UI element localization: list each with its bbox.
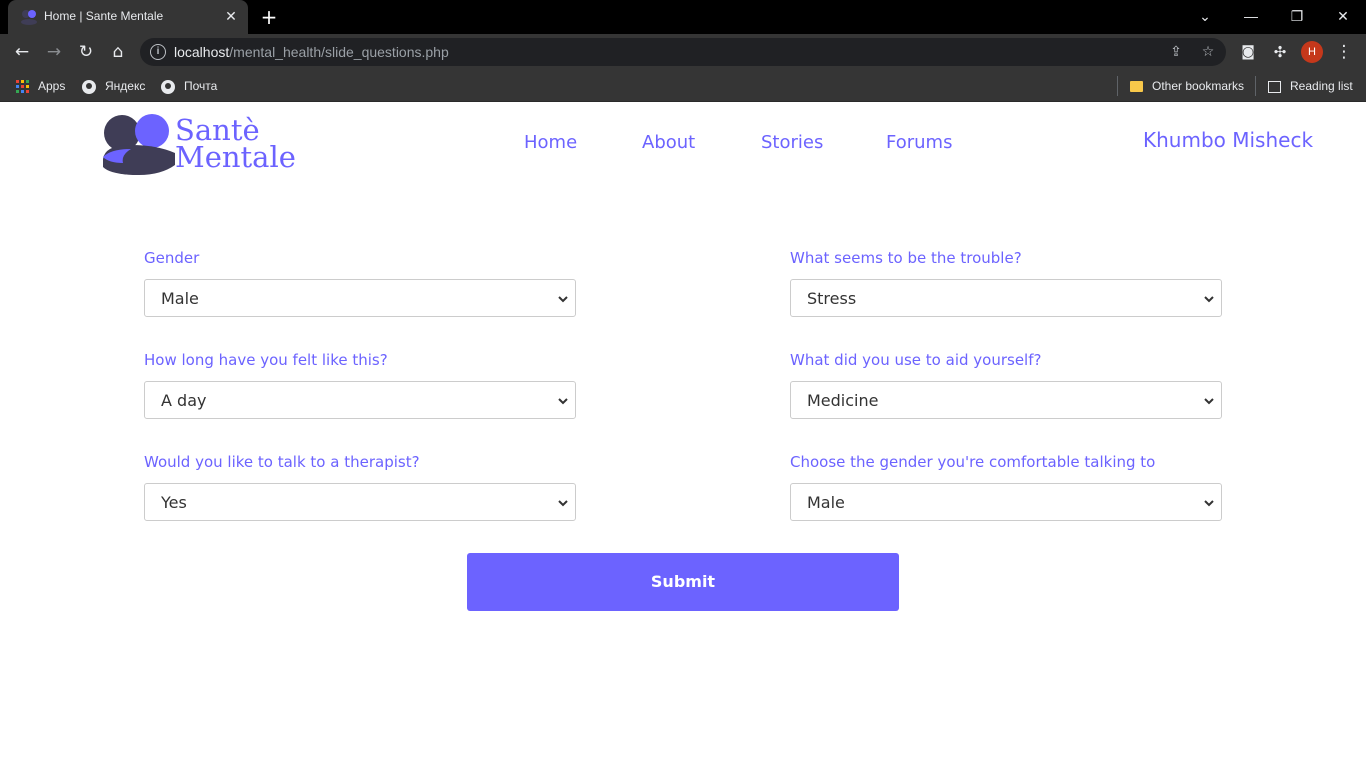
bookmark-reading-list[interactable]: Reading list	[1268, 77, 1353, 95]
address-bar[interactable]: i localhost/mental_health/slide_question…	[140, 38, 1226, 66]
logo-line-2: Mentale	[175, 140, 296, 174]
bookmark-other[interactable]: Other bookmarks	[1130, 77, 1244, 95]
user-name-link[interactable]: Khumbo Misheck	[1143, 128, 1313, 152]
duration-label: How long have you felt like this?	[144, 351, 388, 369]
trouble-label: What seems to be the trouble?	[790, 249, 1022, 267]
site-info-icon[interactable]: i	[150, 44, 166, 60]
bookmark-mail-label: Почта	[184, 79, 218, 93]
logo-people-icon	[103, 114, 175, 175]
bookmark-separator	[1117, 76, 1118, 96]
nav-about[interactable]: About	[642, 132, 695, 153]
site-favicon-icon	[21, 10, 37, 25]
aid-select-value: Medicine	[807, 391, 879, 410]
nav-home[interactable]: Home	[524, 132, 577, 153]
browser-tab[interactable]: Home | Sante Mentale ✕	[8, 0, 248, 34]
trouble-select[interactable]: Stress	[790, 279, 1222, 317]
url-text[interactable]: localhost/mental_health/slide_questions.…	[174, 44, 449, 60]
gender-label: Gender	[144, 249, 200, 267]
therapist-select-value: Yes	[161, 493, 187, 512]
therapist-gender-select-value: Male	[807, 493, 845, 512]
minimize-icon[interactable]: —	[1236, 4, 1266, 28]
reload-icon[interactable]: ↻	[74, 40, 98, 64]
bookmarks-bar: Apps Яндекс Почта Other bookmarks Readin…	[0, 70, 1366, 102]
url-host: localhost	[174, 44, 230, 60]
bookmark-yandex[interactable]: Яндекс	[82, 77, 145, 95]
apps-grid-icon	[16, 80, 29, 94]
aid-select[interactable]: Medicine	[790, 381, 1222, 419]
bookmark-star-icon[interactable]: ☆	[1198, 42, 1218, 62]
url-path: /mental_health/slide_questions.php	[229, 44, 449, 60]
bookmark-yandex-label: Яндекс	[105, 79, 146, 93]
back-icon[interactable]: ←	[10, 40, 34, 64]
gender-select[interactable]: Male	[144, 279, 576, 317]
tab-search-icon[interactable]: ⌄	[1190, 4, 1220, 28]
bookmark-apps[interactable]: Apps	[16, 77, 65, 95]
bookmark-mail[interactable]: Почта	[161, 77, 217, 95]
page-body: Santè Mentale Home About Stories Forums …	[0, 103, 1366, 768]
reading-list-icon	[1268, 80, 1281, 93]
profile-avatar[interactable]: H	[1301, 41, 1323, 63]
duration-select[interactable]: A day	[144, 381, 576, 419]
close-window-icon[interactable]: ✕	[1328, 4, 1358, 28]
chevron-down-icon	[558, 398, 568, 405]
therapist-select[interactable]: Yes	[144, 483, 576, 521]
tab-title: Home | Sante Mentale	[44, 9, 164, 23]
extensions-icon[interactable]: ✣	[1268, 40, 1292, 64]
share-icon[interactable]: ⇪	[1166, 42, 1186, 62]
globe-icon	[161, 79, 175, 94]
bookmark-other-label: Other bookmarks	[1152, 79, 1245, 93]
nav-forums[interactable]: Forums	[886, 132, 952, 153]
bookmark-separator	[1255, 76, 1256, 96]
menu-kebab-icon[interactable]: ⋮	[1332, 40, 1356, 64]
therapist-label: Would you like to talk to a therapist?	[144, 453, 420, 471]
chevron-down-icon	[1204, 296, 1214, 303]
chevron-down-icon	[1204, 398, 1214, 405]
home-icon[interactable]: ⌂	[106, 40, 130, 64]
gender-select-value: Male	[161, 289, 199, 308]
chevron-down-icon	[1204, 500, 1214, 507]
restore-icon[interactable]: ❐	[1282, 4, 1312, 28]
site-logo[interactable]: Santè Mentale	[101, 111, 297, 177]
bookmark-apps-label: Apps	[38, 79, 66, 93]
trouble-select-value: Stress	[807, 289, 857, 308]
browser-toolbar: ← → ↻ ⌂ i localhost/mental_health/slide_…	[0, 34, 1366, 70]
chevron-down-icon	[558, 296, 568, 303]
therapist-gender-select[interactable]: Male	[790, 483, 1222, 521]
browser-tabstrip: Home | Sante Mentale ✕ + ⌄ — ❐ ✕	[0, 0, 1366, 34]
forward-icon[interactable]: →	[42, 40, 66, 64]
chevron-down-icon	[558, 500, 568, 507]
camera-icon[interactable]: ◙	[1236, 40, 1260, 64]
new-tab-icon[interactable]: +	[258, 6, 280, 28]
therapist-gender-label: Choose the gender you're comfortable tal…	[790, 453, 1156, 471]
submit-button[interactable]: Submit	[467, 553, 899, 611]
bookmark-reading-label: Reading list	[1290, 79, 1353, 93]
aid-label: What did you use to aid yourself?	[790, 351, 1042, 369]
logo-wordmark: Santè Mentale	[175, 116, 296, 174]
folder-icon	[1130, 81, 1143, 93]
close-tab-icon[interactable]: ✕	[222, 8, 240, 26]
globe-icon	[82, 79, 96, 94]
duration-select-value: A day	[161, 391, 207, 410]
nav-stories[interactable]: Stories	[761, 132, 823, 153]
